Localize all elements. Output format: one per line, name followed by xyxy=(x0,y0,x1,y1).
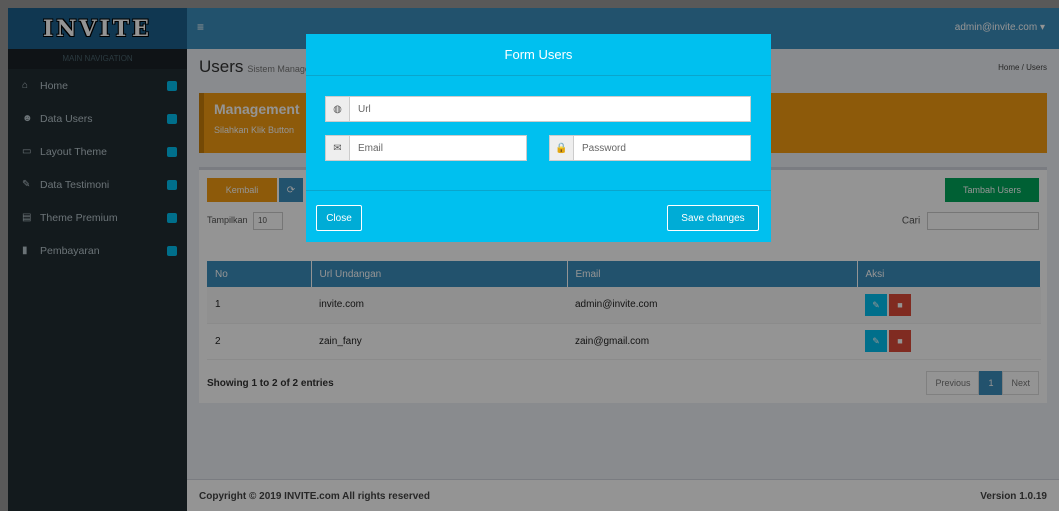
modal-title: Form Users xyxy=(306,34,771,76)
modal-footer: Close Save changes xyxy=(306,190,771,242)
close-button[interactable]: Close xyxy=(316,205,362,231)
email-input[interactable] xyxy=(350,136,526,160)
password-input[interactable] xyxy=(574,136,750,160)
lock-icon: 🔒 xyxy=(550,136,574,160)
globe-icon: ◍ xyxy=(326,97,350,121)
password-field: 🔒 xyxy=(549,135,751,161)
save-changes-button[interactable]: Save changes xyxy=(667,205,759,231)
modal-body: ◍ ✉ 🔒 xyxy=(306,76,771,190)
form-users-modal: Form Users ◍ ✉ 🔒 Close Save changes xyxy=(306,34,771,242)
url-field: ◍ xyxy=(325,96,751,122)
envelope-icon: ✉ xyxy=(326,136,350,160)
email-field: ✉ xyxy=(325,135,527,161)
url-input[interactable] xyxy=(350,97,750,121)
